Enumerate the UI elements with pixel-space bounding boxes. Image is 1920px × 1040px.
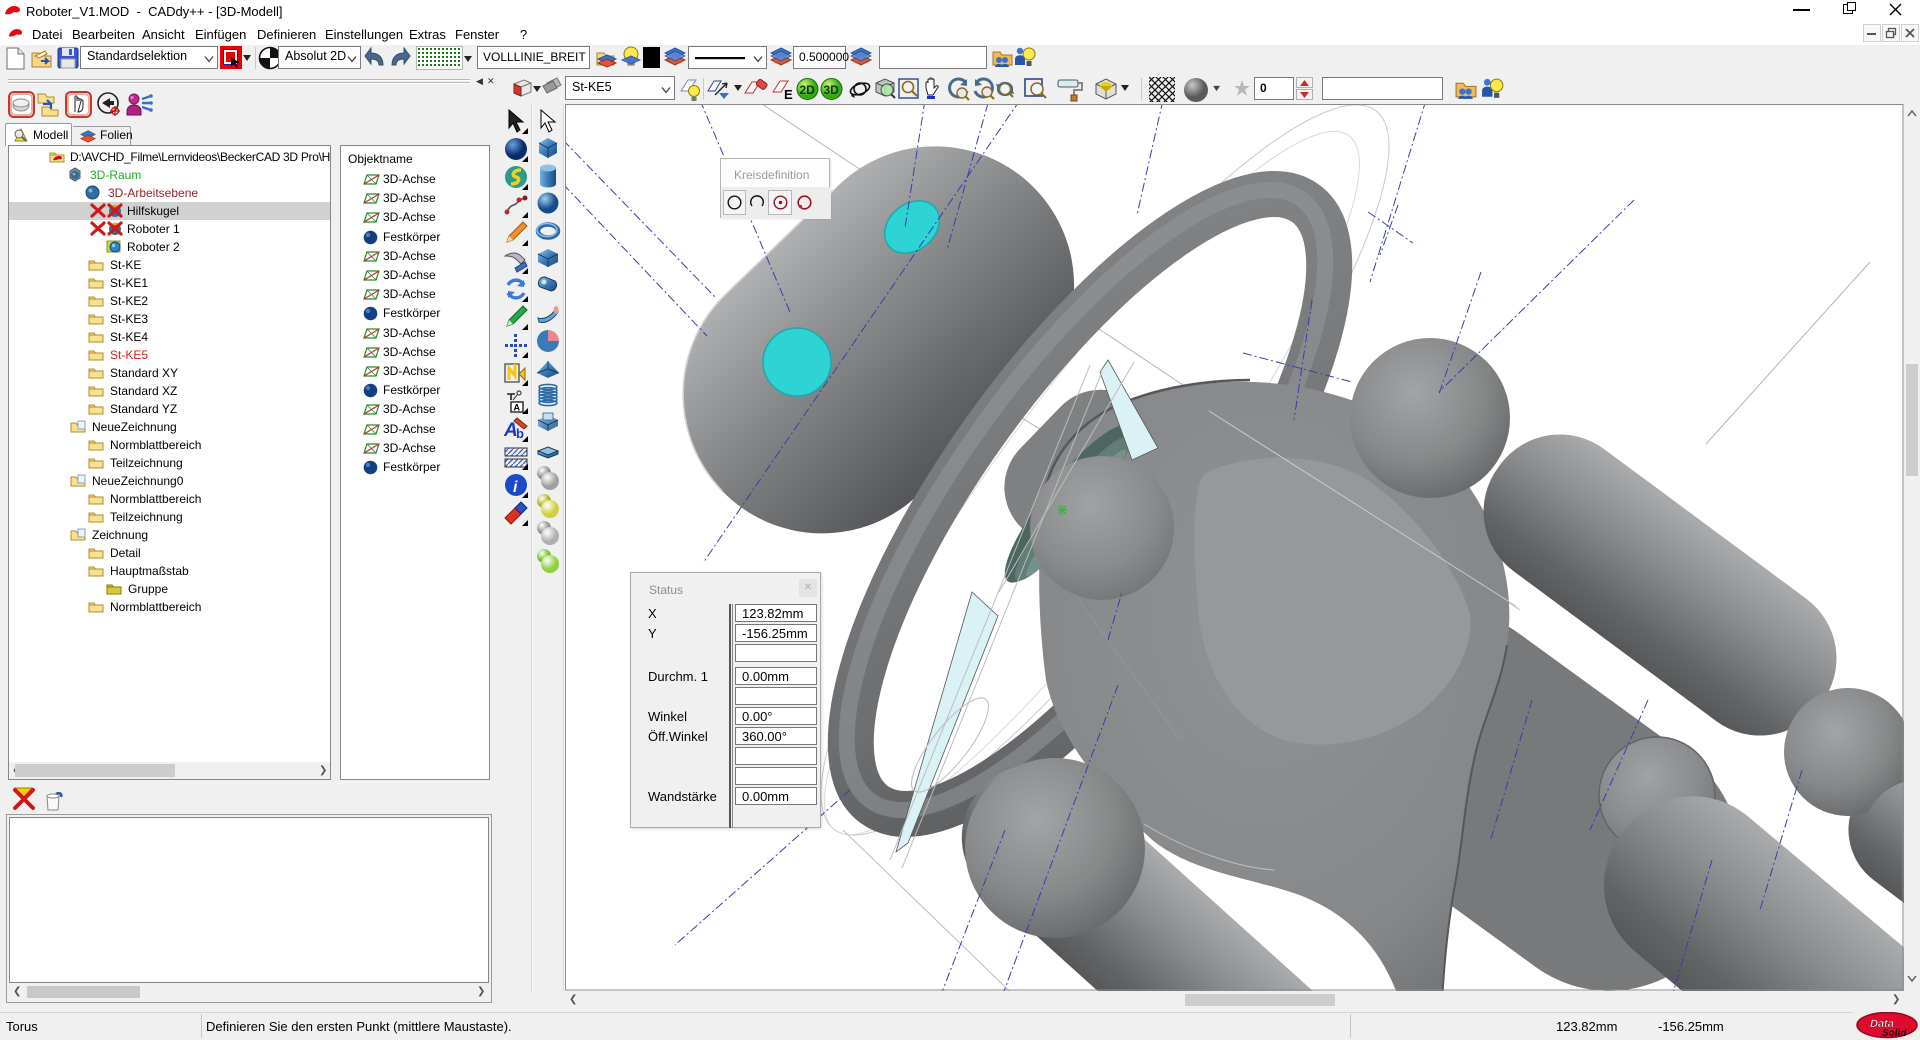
svg-text:2D: 2D [800,83,816,97]
svg-text:A: A [514,403,521,413]
svg-text:Solid: Solid [1882,1028,1907,1039]
svg-text:i: i [513,479,518,496]
svg-text:3D: 3D [824,83,840,97]
svg-text:E: E [784,87,793,102]
